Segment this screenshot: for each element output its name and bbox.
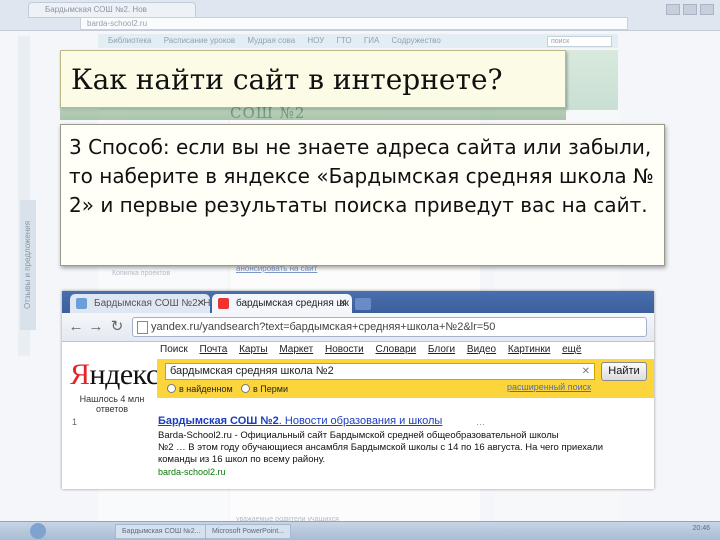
results-count: Нашлось 4 млн ответов: [79, 394, 145, 414]
search-query: бардымская средняя школа №2: [170, 365, 334, 377]
maximize-icon[interactable]: [683, 4, 697, 15]
taskbar-item[interactable]: Бардымская СОШ №2...: [115, 524, 208, 539]
service-link[interactable]: Словари: [376, 344, 417, 355]
region-found-option[interactable]: в найденном: [167, 384, 233, 394]
taskbar-item[interactable]: Microsoft PowerPoint...: [205, 524, 291, 539]
bg-left-item[interactable]: Копилка проектов: [112, 270, 170, 277]
bg-nav-item[interactable]: ГТО: [337, 36, 352, 45]
search-panel: бардымская средняя школа №2 ✕ Найти в на…: [157, 359, 654, 398]
close-icon[interactable]: [700, 4, 714, 15]
search-input[interactable]: бардымская средняя школа №2 ✕: [165, 363, 595, 380]
bg-nav-item[interactable]: ГИА: [364, 36, 379, 45]
background-tab[interactable]: Бардымская СОШ №2. Нов: [28, 2, 196, 18]
background-browser-chrome: Бардымская СОШ №2. Нов barda-school2.ru: [0, 0, 720, 31]
service-link[interactable]: Маркет: [279, 344, 313, 355]
forward-arrow-icon[interactable]: →: [86, 317, 106, 337]
bg-nav-item[interactable]: Библиотека: [108, 36, 152, 45]
yandex-browser-screenshot: Бардымская СОШ №2. Нов ✕ бардымская сред…: [62, 291, 654, 489]
result-title-link[interactable]: Бардымская СОШ №2. Новости образования и…: [158, 415, 442, 427]
feedback-tab[interactable]: Отзывы и предложения: [20, 200, 36, 330]
back-arrow-icon[interactable]: ←: [66, 317, 86, 337]
bg-nav-item[interactable]: Мудрая сова: [247, 36, 295, 45]
page-icon: [137, 321, 148, 334]
advanced-search-link[interactable]: расширенный поиск: [507, 382, 591, 392]
new-tab-button[interactable]: [355, 298, 371, 310]
yandex-page: Поиск Почта Карты Маркет Новости Словари…: [62, 342, 654, 489]
reload-icon[interactable]: ↻: [107, 317, 127, 337]
service-link[interactable]: Почта: [200, 344, 228, 355]
region-city-option[interactable]: в Перми: [241, 384, 288, 394]
result-title-bold: Бардымская СОШ №2: [158, 415, 279, 427]
slide-body-text: 3 Способ: если вы не знаете адреса сайта…: [69, 135, 654, 217]
region-radio[interactable]: [167, 384, 176, 393]
taskbar: Бардымская СОШ №2... Microsoft PowerPoin…: [0, 521, 720, 540]
browser-tab-bar: Бардымская СОШ №2. Нов ✕ бардымская сред…: [62, 291, 654, 313]
taskbar-clock: 20:46: [692, 525, 710, 532]
find-button[interactable]: Найти: [601, 362, 647, 381]
school-favicon-icon: [76, 298, 87, 309]
region-radio[interactable]: [241, 384, 250, 393]
slide-title-box: Как найти сайт в интернете?: [60, 50, 566, 108]
result-dots: …: [476, 417, 485, 427]
bg-nav-item[interactable]: Содружество: [392, 36, 441, 45]
address-bar[interactable]: yandex.ru/yandsearch?text=бардымская+сре…: [132, 317, 647, 337]
slide-text-box: 3 Способ: если вы не знаете адреса сайта…: [60, 124, 665, 266]
region-label: в найденном: [179, 384, 233, 394]
result-snippet: команды из 16 школ по всему району.: [158, 454, 326, 465]
tab-label: Бардымская СОШ №2. Нов: [94, 298, 210, 309]
result-number: 1: [72, 417, 78, 427]
close-icon[interactable]: ✕: [339, 294, 347, 313]
service-link[interactable]: Блоги: [428, 344, 455, 355]
bg-nav-item[interactable]: НОУ: [307, 36, 324, 45]
slide-title: Как найти сайт в интернете?: [71, 63, 503, 96]
browser-tab-school[interactable]: Бардымская СОШ №2. Нов ✕: [70, 294, 210, 313]
result-title-rest: . Новости образования и школы: [278, 415, 443, 427]
service-link[interactable]: Поиск: [160, 344, 188, 355]
browser-toolbar: ← → ↻ yandex.ru/yandsearch?text=бардымск…: [62, 313, 654, 342]
service-link[interactable]: Новости: [325, 344, 364, 355]
yandex-favicon-icon: [218, 298, 229, 309]
background-nav: Библиотека Расписание уроков Мудрая сова…: [98, 34, 618, 48]
clear-icon[interactable]: ✕: [582, 364, 590, 379]
background-address-bar[interactable]: barda-school2.ru: [80, 17, 628, 30]
service-link[interactable]: Карты: [239, 344, 268, 355]
bg-search-input[interactable]: поиск: [547, 36, 612, 47]
yandex-services-nav: Поиск Почта Карты Маркет Новости Словари…: [160, 344, 590, 355]
logo-rest: ндекс: [89, 358, 160, 391]
browser-tab-yandex[interactable]: бардымская средняя шк ✕: [212, 294, 352, 313]
banner-strip: СОШ №2: [60, 104, 566, 122]
result-snippet: Barda-School2.ru - Официальный сайт Бард…: [158, 430, 559, 441]
service-link[interactable]: Видео: [467, 344, 496, 355]
result-snippet: №2 … В этом году обучающиеся ансамбля Ба…: [158, 442, 604, 453]
start-button[interactable]: [30, 523, 46, 539]
logo-letter: Я: [70, 358, 90, 391]
bg-nav-item[interactable]: Расписание уроков: [164, 36, 235, 45]
tab-label: бардымская средняя шк: [236, 298, 349, 309]
service-link[interactable]: ещё: [562, 344, 581, 355]
minimize-icon[interactable]: [666, 4, 680, 15]
result-url[interactable]: barda-school2.ru: [158, 467, 226, 477]
yandex-logo[interactable]: Яндекс: [70, 358, 159, 392]
close-icon[interactable]: ✕: [197, 294, 205, 313]
window-controls: [666, 4, 714, 15]
address-text: yandex.ru/yandsearch?text=бардымская+сре…: [151, 321, 496, 333]
banner-text: СОШ №2: [230, 104, 306, 122]
service-link[interactable]: Картинки: [508, 344, 550, 355]
region-label: в Перми: [253, 384, 288, 394]
